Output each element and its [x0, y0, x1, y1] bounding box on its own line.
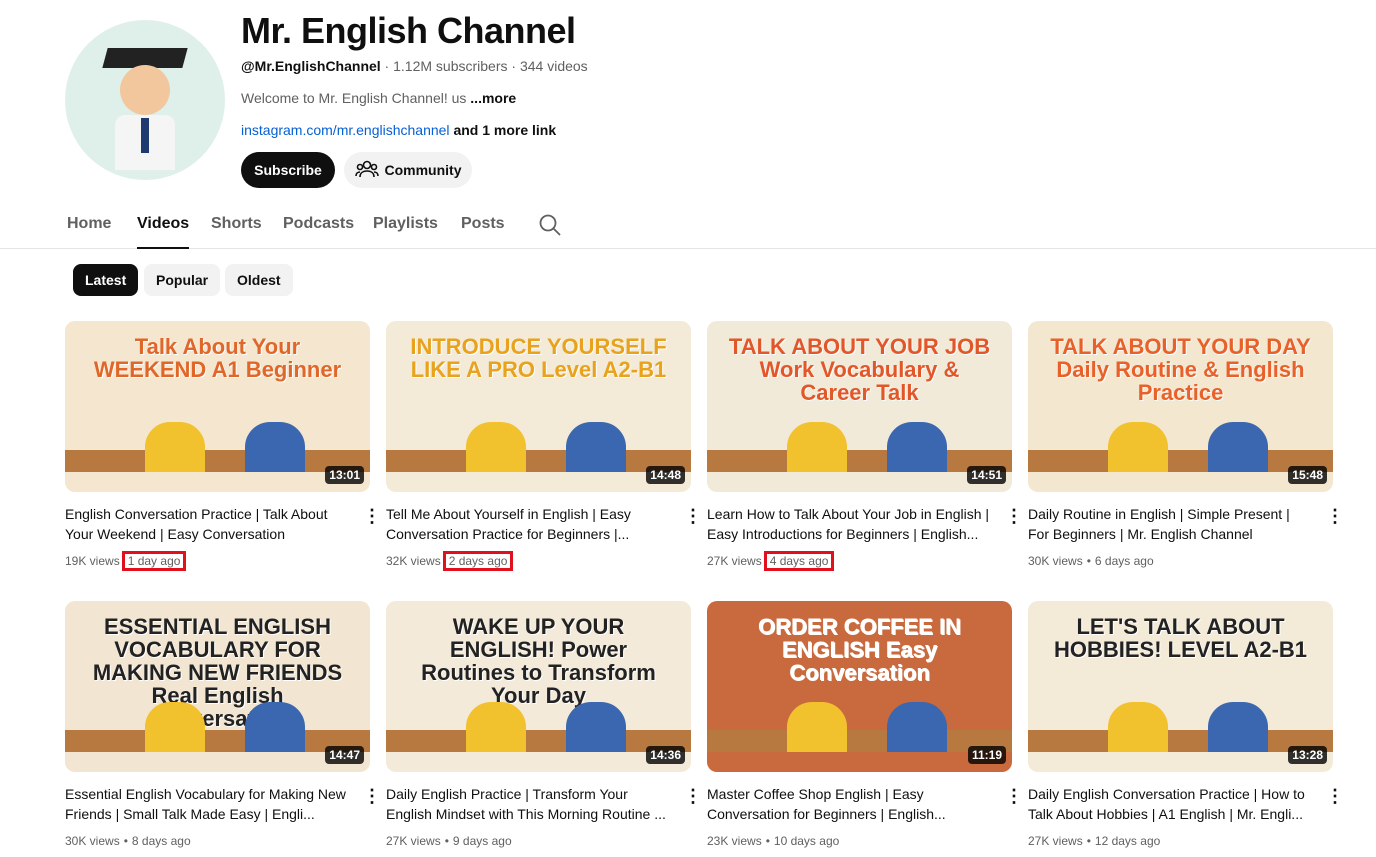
video-title[interactable]: Tell Me About Yourself in English | Easy… [386, 504, 671, 544]
video-duration: 11:19 [967, 746, 1006, 764]
more-links[interactable]: and 1 more link [453, 122, 556, 138]
video-thumbnail[interactable]: Talk About Your WEEKEND A1 Beginner 13:0… [65, 321, 370, 492]
video-title[interactable]: Daily English Practice | Transform Your … [386, 784, 671, 824]
more-options-icon[interactable]: ⋮ [1004, 787, 1024, 805]
chip-oldest[interactable]: Oldest [225, 264, 293, 296]
tab-playlists[interactable]: Playlists [373, 215, 438, 233]
video-card[interactable]: LET'S TALK ABOUT HOBBIES! LEVEL A2-B1 13… [1028, 601, 1344, 852]
video-title[interactable]: Daily English Conversation Practice | Ho… [1028, 784, 1313, 824]
video-card[interactable]: TALK ABOUT YOUR DAY Daily Routine & Engl… [1028, 321, 1344, 572]
view-count: 27K views [707, 554, 762, 568]
tab-posts[interactable]: Posts [461, 215, 505, 233]
thumbnail-text: INTRODUCE YOURSELF LIKE A PRO Level A2-B… [410, 334, 667, 383]
thumbnail-text: Talk About Your WEEKEND A1 Beginner [93, 334, 342, 383]
search-icon[interactable] [539, 214, 561, 241]
video-duration: 14:36 [646, 746, 685, 764]
more-options-icon[interactable]: ⋮ [1004, 507, 1024, 525]
more-options-icon[interactable]: ⋮ [362, 507, 382, 525]
subscribe-button[interactable]: Subscribe [241, 152, 335, 188]
video-title[interactable]: English Conversation Practice | Talk Abo… [65, 504, 350, 544]
community-label: Community [384, 162, 462, 178]
video-card[interactable]: ORDER COFFEE IN ENGLISH Easy Conversatio… [707, 601, 1023, 852]
video-duration: 13:01 [325, 466, 364, 484]
video-duration: 14:48 [646, 466, 685, 484]
video-title[interactable]: Learn How to Talk About Your Job in Engl… [707, 504, 992, 544]
more-options-icon[interactable]: ⋮ [683, 787, 703, 805]
video-duration: 15:48 [1288, 466, 1327, 484]
video-thumbnail[interactable]: ORDER COFFEE IN ENGLISH Easy Conversatio… [707, 601, 1012, 772]
channel-avatar[interactable] [65, 20, 225, 180]
tab-podcasts[interactable]: Podcasts [283, 215, 354, 233]
channel-links: instagram.com/mr.englishchannel and 1 mo… [241, 122, 556, 138]
chip-latest[interactable]: Latest [73, 264, 139, 296]
upload-time: 6 days ago [1094, 554, 1154, 568]
video-duration: 13:28 [1288, 746, 1327, 764]
thumbnail-text: LET'S TALK ABOUT HOBBIES! LEVEL A2-B1 [1053, 614, 1308, 663]
video-card[interactable]: TALK ABOUT YOUR JOB Work Vocabulary & Ca… [707, 321, 1023, 572]
video-title[interactable]: Daily Routine in English | Simple Presen… [1028, 504, 1313, 544]
view-count: 30K views [1028, 554, 1083, 568]
more-options-icon[interactable]: ⋮ [1325, 787, 1345, 805]
tab-videos[interactable]: Videos [137, 215, 190, 249]
more-options-icon[interactable]: ⋮ [1325, 507, 1345, 525]
view-count: 32K views [386, 554, 441, 568]
instagram-link[interactable]: instagram.com/mr.englishchannel [241, 122, 450, 138]
tab-shorts[interactable]: Shorts [211, 215, 262, 233]
video-thumbnail[interactable]: WAKE UP YOUR ENGLISH! Power Routines to … [386, 601, 691, 772]
view-count: 30K views [65, 834, 120, 848]
channel-meta: @Mr.EnglishChannel · 1.12M subscribers ·… [241, 58, 588, 74]
video-thumbnail[interactable]: ESSENTIAL ENGLISH VOCABULARY FOR MAKING … [65, 601, 370, 772]
video-thumbnail[interactable]: TALK ABOUT YOUR DAY Daily Routine & Engl… [1028, 321, 1333, 492]
subscriber-count: 1.12M subscribers [393, 58, 508, 74]
channel-handle: @Mr.EnglishChannel [241, 58, 381, 74]
description-text: Welcome to Mr. English Channel! us [241, 90, 467, 106]
upload-time: 4 days ago [763, 551, 835, 571]
thumbnail-text: TALK ABOUT YOUR JOB Work Vocabulary & Ca… [728, 334, 991, 406]
video-duration: 14:47 [325, 746, 364, 764]
upload-time: 8 days ago [131, 834, 191, 848]
channel-name: Mr. English Channel [241, 10, 576, 51]
view-count: 23K views [707, 834, 762, 848]
video-card[interactable]: WAKE UP YOUR ENGLISH! Power Routines to … [386, 601, 702, 852]
upload-time: 9 days ago [452, 834, 512, 848]
upload-time: 1 day ago [121, 551, 187, 571]
more-link[interactable]: ...more [470, 90, 516, 106]
video-title[interactable]: Master Coffee Shop English | Easy Conver… [707, 784, 992, 824]
channel-description[interactable]: Welcome to Mr. English Channel! us ...mo… [241, 90, 516, 106]
view-count: 19K views [65, 554, 120, 568]
people-icon [354, 159, 379, 182]
thumbnail-text: TALK ABOUT YOUR DAY Daily Routine & Engl… [1050, 334, 1311, 406]
upload-time: 2 days ago [442, 551, 514, 571]
video-card[interactable]: INTRODUCE YOURSELF LIKE A PRO Level A2-B… [386, 321, 702, 572]
channel-tabs: Home Videos Shorts Podcasts Playlists Po… [0, 200, 1376, 249]
video-card[interactable]: ESSENTIAL ENGLISH VOCABULARY FOR MAKING … [65, 601, 381, 852]
upload-time: 12 days ago [1094, 834, 1161, 848]
chip-popular[interactable]: Popular [144, 264, 221, 296]
video-thumbnail[interactable]: INTRODUCE YOURSELF LIKE A PRO Level A2-B… [386, 321, 691, 492]
tab-home[interactable]: Home [67, 215, 111, 233]
video-title[interactable]: Essential English Vocabulary for Making … [65, 784, 350, 824]
view-count: 27K views [1028, 834, 1083, 848]
video-duration: 14:51 [967, 466, 1006, 484]
video-thumbnail[interactable]: TALK ABOUT YOUR JOB Work Vocabulary & Ca… [707, 321, 1012, 492]
more-options-icon[interactable]: ⋮ [362, 787, 382, 805]
video-thumbnail[interactable]: LET'S TALK ABOUT HOBBIES! LEVEL A2-B1 13… [1028, 601, 1333, 772]
view-count: 27K views [386, 834, 441, 848]
video-count: 344 videos [519, 58, 588, 74]
more-options-icon[interactable]: ⋮ [683, 507, 703, 525]
upload-time: 10 days ago [773, 834, 840, 848]
thumbnail-text: ORDER COFFEE IN ENGLISH Easy Conversatio… [758, 614, 961, 686]
video-card[interactable]: Talk About Your WEEKEND A1 Beginner 13:0… [65, 321, 381, 572]
community-button[interactable]: Community [344, 152, 472, 188]
